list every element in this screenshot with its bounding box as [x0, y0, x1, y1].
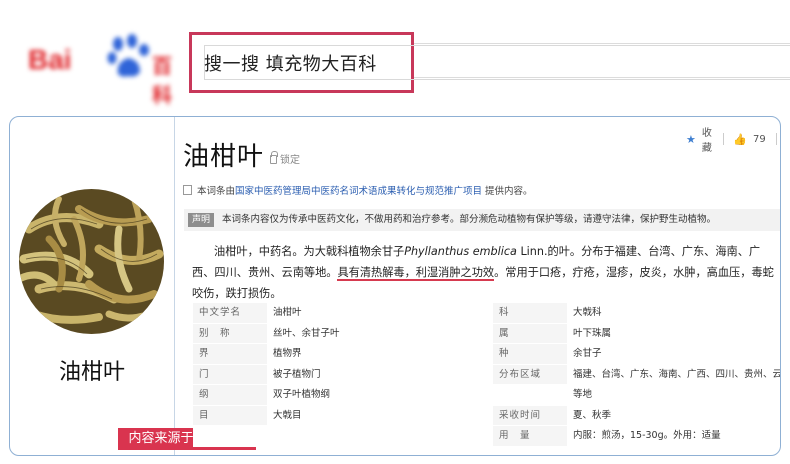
disclaimer-tag: 声明	[188, 213, 215, 227]
lock-status: 锁定	[270, 151, 300, 166]
info-row: 纲双子叶植物纲 等地	[193, 385, 780, 406]
document-icon	[183, 185, 192, 195]
disclaimer-text: 本词条内容仅为传承中医药文化，不做用药和治疗参考。部分濒危动植物有保护等级，请遵…	[222, 214, 717, 225]
search-query-text: 搜一搜 填充物大百科	[204, 54, 377, 75]
info-row: 用 量内服：煎汤，15-30g。外用：适量	[193, 426, 780, 447]
favorite-button[interactable]: 收藏	[702, 124, 713, 154]
entry-actions: ★ 收藏 👍 79 ↗	[686, 124, 780, 154]
like-count[interactable]: 79	[753, 134, 766, 145]
latin-name: Phyllanthus emblica	[404, 245, 517, 258]
star-icon[interactable]: ★	[686, 133, 696, 146]
search-highlight-box: 搜一搜 填充物大百科	[189, 32, 790, 93]
lock-icon	[270, 151, 278, 164]
lock-label: 锁定	[280, 155, 300, 166]
herb-caption: 油柑叶	[58, 360, 125, 385]
action-separator	[722, 133, 724, 145]
thumbs-up-icon[interactable]: 👍	[733, 133, 747, 146]
entry-summary: 油柑叶，中药名。为大戟科植物余甘子Phyllanthus emblica Lin…	[192, 245, 774, 300]
info-row: 界植物界 种余甘子	[193, 344, 780, 365]
basic-info-table: 中文学名 油柑叶 科大戟科 别 称丝叶、余甘子叶 属叶下珠属 界植物界 种余甘子 …	[193, 303, 780, 447]
info-row: 中文学名 油柑叶 科大戟科	[193, 303, 780, 324]
info-row: 别 称丝叶、余甘子叶 属叶下珠属	[193, 323, 780, 344]
entry-title: 油柑叶	[183, 142, 265, 172]
info-row: 目大戟目 采收时间 夏、秋季	[193, 405, 780, 426]
card-divider	[174, 117, 175, 455]
baidu-baike-logo[interactable]: Bai 百科	[24, 30, 182, 107]
logo-text-baike: 百科	[152, 56, 172, 107]
info-row: 门被子植物门 分布区域 福建、台湾、广东、海南、广西、四川、贵州、云南	[193, 364, 780, 385]
herb-photo	[19, 189, 164, 334]
entry-source-line: 本词条由国家中医药管理局中医药名词术语成果转化与规范推广项目 提供内容。	[183, 183, 533, 197]
highlighted-efficacy: 具有清热解毒，利湿消肿之功效	[337, 266, 495, 281]
logo-text-bai: Bai	[28, 44, 72, 75]
baike-entry-card: 油柑叶 内容来源于百度百科 油柑叶 锁定 ★ 收藏 👍 79 ↗ 本词条由国家中…	[9, 116, 781, 456]
action-separator	[775, 133, 777, 145]
dried-leaves-image	[19, 189, 164, 334]
disclaimer-notice: 声明 本词条内容仅为传承中医药文化，不做用药和治疗参考。部分濒危动植物有保护等级，…	[184, 209, 780, 231]
source-link[interactable]: 国家中医药管理局中医药名词术语成果转化与规范推广项目	[235, 186, 482, 197]
paw-logo-icon	[107, 34, 149, 77]
